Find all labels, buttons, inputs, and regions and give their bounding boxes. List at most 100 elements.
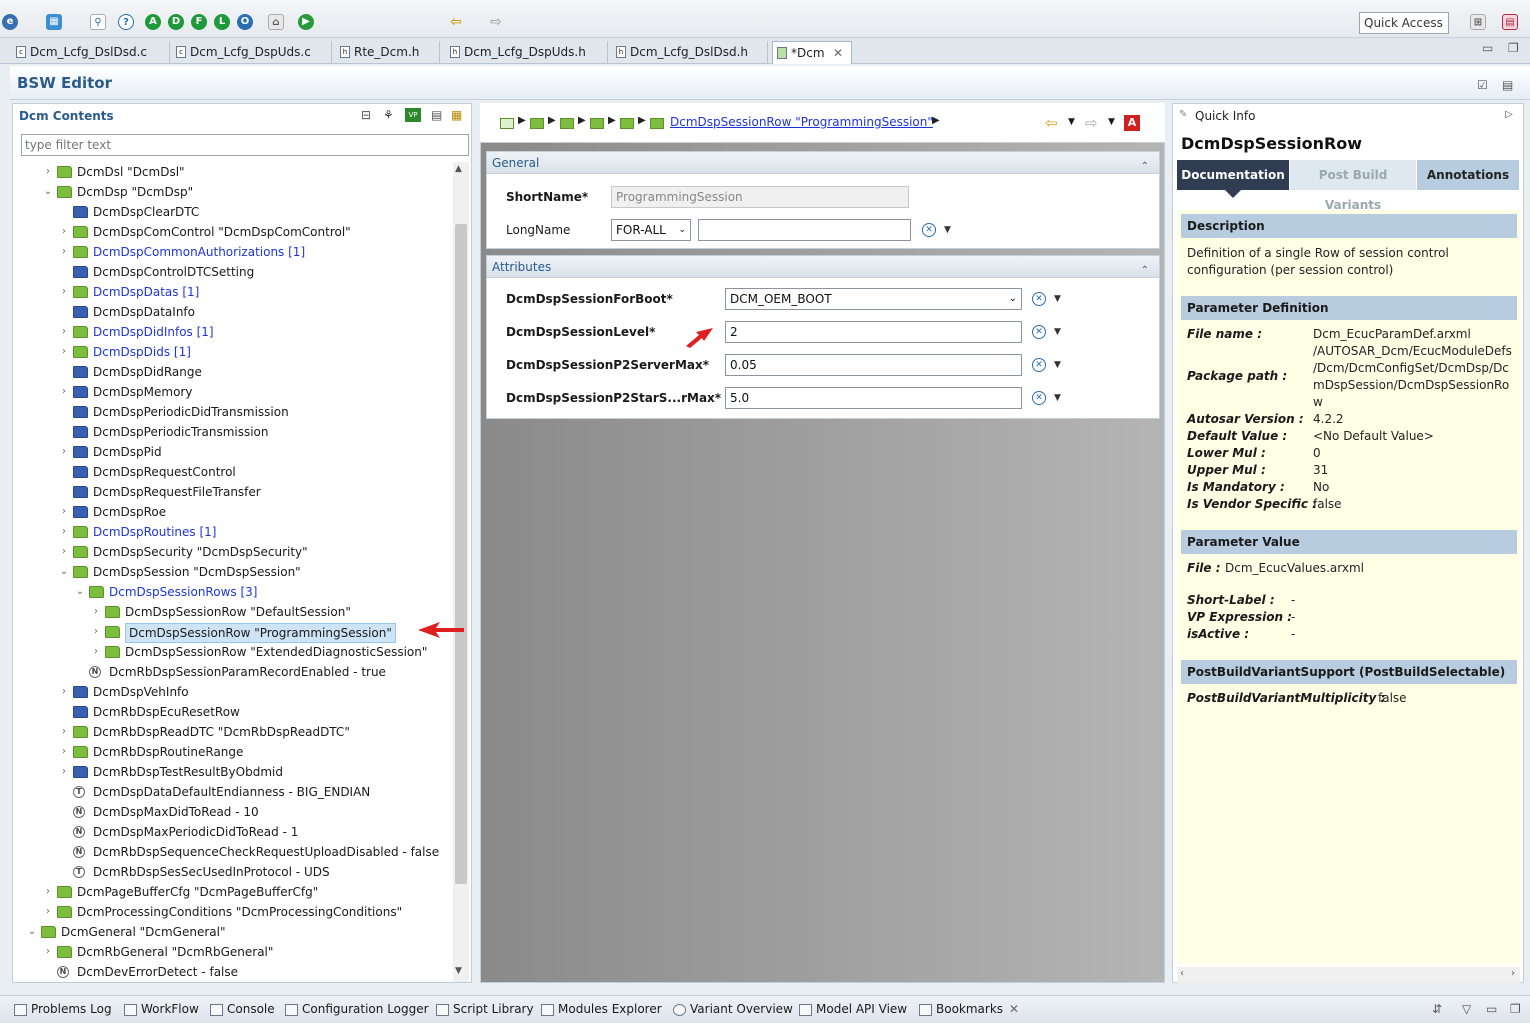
chevron-right-icon[interactable]: › [43, 162, 53, 182]
collapse-icon[interactable]: ⌃ [1141, 260, 1149, 282]
chevron-right-icon[interactable]: › [43, 902, 53, 922]
chevron-down-icon[interactable]: ⌄ [75, 582, 85, 602]
breadcrumb-current-link[interactable]: DcmDspSessionRow "ProgrammingSession" [670, 115, 933, 129]
tree-item[interactable]: N DcmDspMaxPeriodicDidToRead - 1 [13, 822, 453, 842]
attribute-input[interactable]: 2 [725, 321, 1022, 343]
chevron-right-icon[interactable]: › [59, 342, 69, 362]
forward-arrow-icon[interactable]: ⇨ [488, 14, 504, 30]
tree-item[interactable]: › DcmDspVehInfo [13, 682, 453, 702]
toolbar-button-l[interactable]: L [214, 14, 230, 30]
tab-model-api-view[interactable]: Model API View [799, 1002, 907, 1016]
reset-icon[interactable]: ✕ [1032, 391, 1046, 405]
run-icon[interactable]: ▶ [298, 14, 314, 30]
section-header[interactable]: General ⌃ [487, 152, 1159, 174]
report-icon[interactable]: ▤ [1502, 78, 1513, 92]
tree-item[interactable]: › DcmDspRoutines [1] [13, 522, 453, 542]
attribute-input[interactable]: 0.05 [725, 354, 1022, 376]
pin-icon[interactable]: ✎ [1179, 109, 1187, 120]
tree-item[interactable]: N DcmRbDspSequenceCheckRequestUploadDisab… [13, 842, 453, 862]
tree-item[interactable]: N DcmDspMaxDidToRead - 10 [13, 802, 453, 822]
search-icon[interactable]: ⚲ [90, 14, 106, 30]
shortname-input[interactable]: ProgrammingSession [611, 186, 909, 208]
tree-item[interactable]: DcmDspRequestFileTransfer [13, 482, 453, 502]
folder-icon[interactable] [560, 118, 574, 129]
scroll-right-icon[interactable]: › [1511, 968, 1515, 979]
tree-item[interactable]: › DcmRbDspReadDTC "DcmRbDspReadDTC" [13, 722, 453, 742]
chevron-down-icon[interactable]: ▼ [944, 225, 951, 235]
chevron-right-icon[interactable]: › [91, 622, 101, 642]
toolbar-button-d[interactable]: D [168, 14, 184, 30]
tree-item[interactable]: ⌄ DcmGeneral "DcmGeneral" [13, 922, 453, 942]
tree-item[interactable]: DcmDspControlDTCSetting [13, 262, 453, 282]
chevron-right-icon[interactable]: › [59, 682, 69, 702]
tree-item[interactable]: › DcmRbGeneral "DcmRbGeneral" [13, 942, 453, 962]
tree-item[interactable]: DcmDspDataInfo [13, 302, 453, 322]
chevron-down-icon[interactable]: ▼ [1108, 117, 1115, 127]
tab-dcm-lcfg-dspuds-c[interactable]: c Dcm_Lcfg_DspUds.c [172, 41, 332, 64]
document-icon[interactable]: ▤ [431, 108, 442, 122]
chevron-right-icon[interactable]: › [59, 722, 69, 742]
maximize-icon[interactable]: ❐ [1508, 41, 1519, 55]
tab-annotations[interactable]: Annotations [1417, 160, 1519, 190]
tree-item[interactable]: N DcmRbDspSessionParamRecordEnabled - tru… [13, 662, 453, 682]
autosar-icon[interactable]: A [1124, 115, 1140, 131]
tab-variant-overview[interactable]: Variant Overview [673, 1002, 793, 1016]
tree-item[interactable]: DcmRbDspEcuResetRow [13, 702, 453, 722]
tab-console[interactable]: Console [210, 1002, 275, 1016]
section-header[interactable]: Attributes ⌃ [487, 256, 1159, 278]
scroll-up-icon[interactable]: ▲ [455, 164, 462, 174]
minimize-icon[interactable]: ▭ [1486, 1002, 1497, 1016]
forward-arrow-icon[interactable]: ⇨ [1085, 114, 1098, 132]
chevron-down-icon[interactable]: ⌄ [59, 562, 69, 582]
folder-icon[interactable] [530, 118, 544, 129]
scroll-down-icon[interactable]: ▼ [455, 966, 462, 976]
e-icon[interactable]: e [2, 14, 18, 30]
chevron-down-icon[interactable]: ⌄ [43, 182, 53, 202]
tree-scrollbar-thumb[interactable] [455, 224, 467, 884]
tab-dcm-lcfg-dsldsd-h[interactable]: h Dcm_Lcfg_DslDsd.h [612, 41, 768, 64]
tab-post-build-variants[interactable]: Post Build Variants [1290, 160, 1416, 212]
chevron-right-icon[interactable]: › [59, 542, 69, 562]
chevron-right-icon[interactable]: › [59, 322, 69, 342]
view-menu-icon[interactable]: ⇵ [1432, 1002, 1442, 1016]
chevron-right-icon[interactable]: ▷ [1505, 109, 1513, 120]
tree-item[interactable]: › DcmRbDspRoutineRange [13, 742, 453, 762]
tab-configuration-logger[interactable]: Configuration Logger [285, 1002, 429, 1016]
tree-item[interactable]: › DcmDspRoe [13, 502, 453, 522]
chevron-down-icon[interactable]: ▽ [1462, 1002, 1471, 1016]
tree-item[interactable]: › DcmDspDidInfos [1] [13, 322, 453, 342]
tree-item[interactable]: › DcmDspComControl "DcmDspComControl" [13, 222, 453, 242]
tree-item[interactable]: › DcmDspDatas [1] [13, 282, 453, 302]
tree-item[interactable]: › DcmRbDspTestResultByObdmid [13, 762, 453, 782]
tree-item[interactable]: › DcmDspSessionRow "ExtendedDiagnosticSes… [13, 642, 453, 662]
reset-icon[interactable]: ✕ [922, 223, 936, 237]
chevron-down-icon[interactable]: ▼ [1054, 294, 1061, 304]
tab-modules-explorer[interactable]: Modules Explorer [541, 1002, 662, 1016]
chevron-right-icon[interactable]: › [59, 762, 69, 782]
toolbar-button-a[interactable]: A [145, 14, 161, 30]
chevron-right-icon[interactable]: › [59, 442, 69, 462]
chevron-down-icon[interactable]: ▼ [1054, 327, 1061, 337]
chevron-down-icon[interactable]: ▼ [1054, 360, 1061, 370]
maximize-icon[interactable]: ❐ [1510, 1002, 1521, 1016]
chevron-right-icon[interactable]: › [91, 602, 101, 622]
tree-item[interactable]: N DcmDevErrorDetect - false [13, 962, 453, 982]
tree-item[interactable]: DcmDspClearDTC [13, 202, 453, 222]
tab-workflow[interactable]: WorkFlow [124, 1002, 199, 1016]
reset-icon[interactable]: ✕ [1032, 358, 1046, 372]
attribute-select[interactable]: DCM_OEM_BOOT ⌄ [725, 288, 1022, 310]
quick-info-scrollbar[interactable]: ‹ › [1177, 967, 1520, 983]
open-perspective-icon[interactable]: ⊞ [1470, 14, 1486, 30]
tree-item[interactable]: › DcmDspSessionRow "ProgrammingSession" [13, 622, 453, 643]
filter-input[interactable] [21, 134, 469, 156]
vp-res-icon[interactable]: VP [405, 108, 421, 122]
tab-dcm-lcfg-dspuds-h[interactable]: h Dcm_Lcfg_DspUds.h [446, 41, 608, 64]
tree-item[interactable]: › DcmDspSecurity "DcmDspSecurity" [13, 542, 453, 562]
grid-icon[interactable]: ▦ [451, 108, 462, 122]
toolbar-button-o[interactable]: O [237, 14, 253, 30]
folder-icon[interactable] [650, 118, 664, 129]
scroll-left-icon[interactable]: ‹ [1180, 968, 1184, 979]
tree-item[interactable]: T DcmRbDspSesSecUsedInProtocol - UDS [13, 862, 453, 882]
tree-item[interactable]: › DcmProcessingConditions "DcmProcessingC… [13, 902, 453, 922]
tree-item[interactable]: › DcmDspPid [13, 442, 453, 462]
